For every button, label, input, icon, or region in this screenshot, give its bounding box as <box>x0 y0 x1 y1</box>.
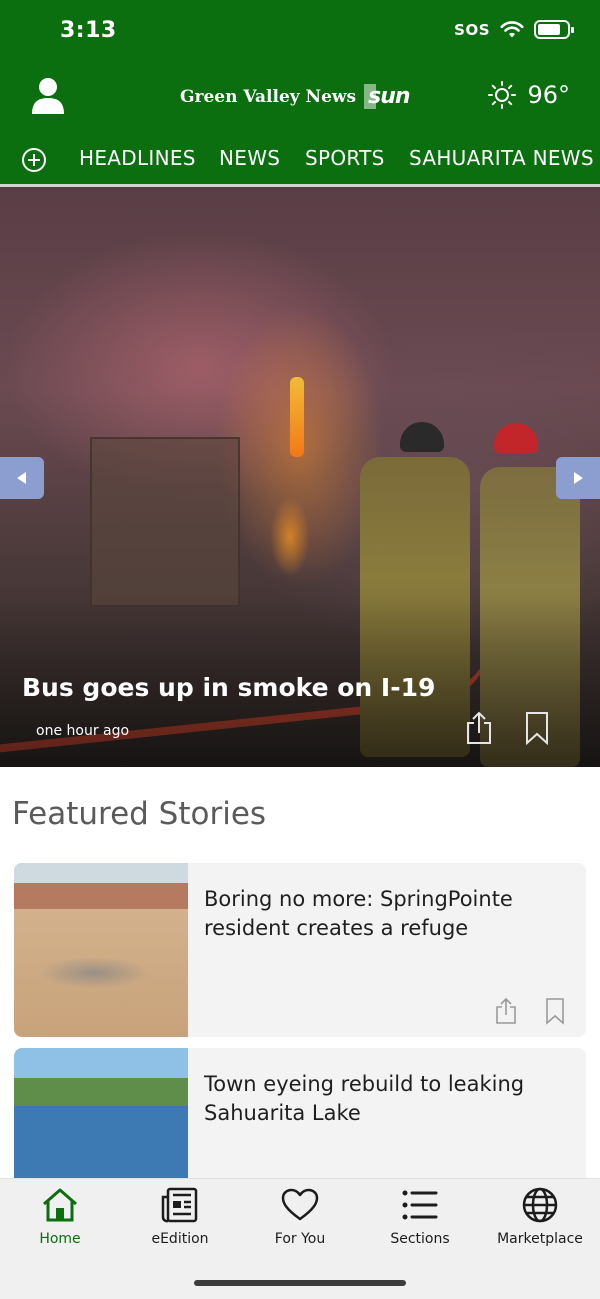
carousel-next-button[interactable] <box>556 457 600 499</box>
heart-icon <box>281 1188 319 1221</box>
section-nav: HEADLINES NEWS SPORTS SAHUARITA NEWS <box>0 140 600 182</box>
add-section-icon[interactable] <box>22 148 46 172</box>
story-title[interactable]: Boring no more: SpringPointe resident cr… <box>204 885 564 943</box>
carousel-prev-button[interactable] <box>0 457 44 499</box>
featured-stories-heading: Featured Stories <box>12 796 267 832</box>
tab-label: Home <box>39 1231 81 1247</box>
hero-image-helmet <box>494 423 538 453</box>
tab-label: Marketplace <box>497 1231 583 1247</box>
bookmark-icon[interactable] <box>544 997 566 1025</box>
weather-widget[interactable]: 96° <box>487 80 570 110</box>
hero-image-flame <box>290 377 304 457</box>
story-card[interactable]: Boring no more: SpringPointe resident cr… <box>14 863 586 1037</box>
tab-marketplace[interactable]: Marketplace <box>480 1187 600 1247</box>
home-indicator[interactable] <box>194 1280 406 1286</box>
share-icon[interactable] <box>464 711 494 745</box>
tab-for-you[interactable]: For You <box>240 1187 360 1247</box>
arrow-left-icon <box>17 472 26 484</box>
tab-eedition[interactable]: eEdition <box>120 1187 240 1247</box>
hero-story[interactable]: Bus goes up in smoke on I-19 one hour ag… <box>0 187 600 767</box>
story-title[interactable]: Town eyeing rebuild to leaking Sahuarita… <box>204 1070 564 1128</box>
tab-label: For You <box>274 1231 326 1247</box>
hero-headline[interactable]: Bus goes up in smoke on I-19 <box>22 673 435 702</box>
sun-logo: sun <box>364 84 411 109</box>
list-icon <box>402 1190 438 1220</box>
temperature: 96° <box>527 81 570 109</box>
hero-timestamp: one hour ago <box>36 723 130 739</box>
newspaper-icon <box>161 1187 198 1223</box>
arrow-right-icon <box>574 472 583 484</box>
status-indicators: SOS <box>454 20 574 39</box>
app-header: 3:13 SOS Green Valley News sun 96° HEADL… <box>0 0 600 186</box>
masthead-title: Green Valley News <box>180 86 357 107</box>
nav-sahuarita-news[interactable]: SAHUARITA NEWS <box>409 146 594 170</box>
wifi-icon <box>500 20 524 37</box>
nav-headlines[interactable]: HEADLINES <box>79 146 196 170</box>
battery-icon <box>534 20 574 39</box>
nav-news[interactable]: NEWS <box>219 146 280 170</box>
bookmark-icon[interactable] <box>524 711 550 745</box>
nav-sports[interactable]: SPORTS <box>305 146 385 170</box>
globe-icon <box>522 1187 558 1223</box>
sos-indicator: SOS <box>454 20 490 39</box>
share-icon[interactable] <box>494 997 518 1025</box>
tab-label: Sections <box>390 1231 450 1247</box>
hero-image-glow <box>270 497 310 577</box>
tab-label: eEdition <box>151 1231 209 1247</box>
tab-home[interactable]: Home <box>0 1187 120 1247</box>
user-account-icon[interactable] <box>30 76 66 116</box>
tab-sections[interactable]: Sections <box>360 1187 480 1247</box>
story-thumbnail <box>14 863 188 1037</box>
hero-image-helmet <box>400 422 444 452</box>
masthead-logo[interactable]: Green Valley News sun <box>180 84 411 109</box>
sun-weather-icon <box>488 81 517 109</box>
status-time: 3:13 <box>60 18 117 43</box>
hero-image-wall <box>90 437 240 607</box>
home-icon <box>43 1188 77 1222</box>
